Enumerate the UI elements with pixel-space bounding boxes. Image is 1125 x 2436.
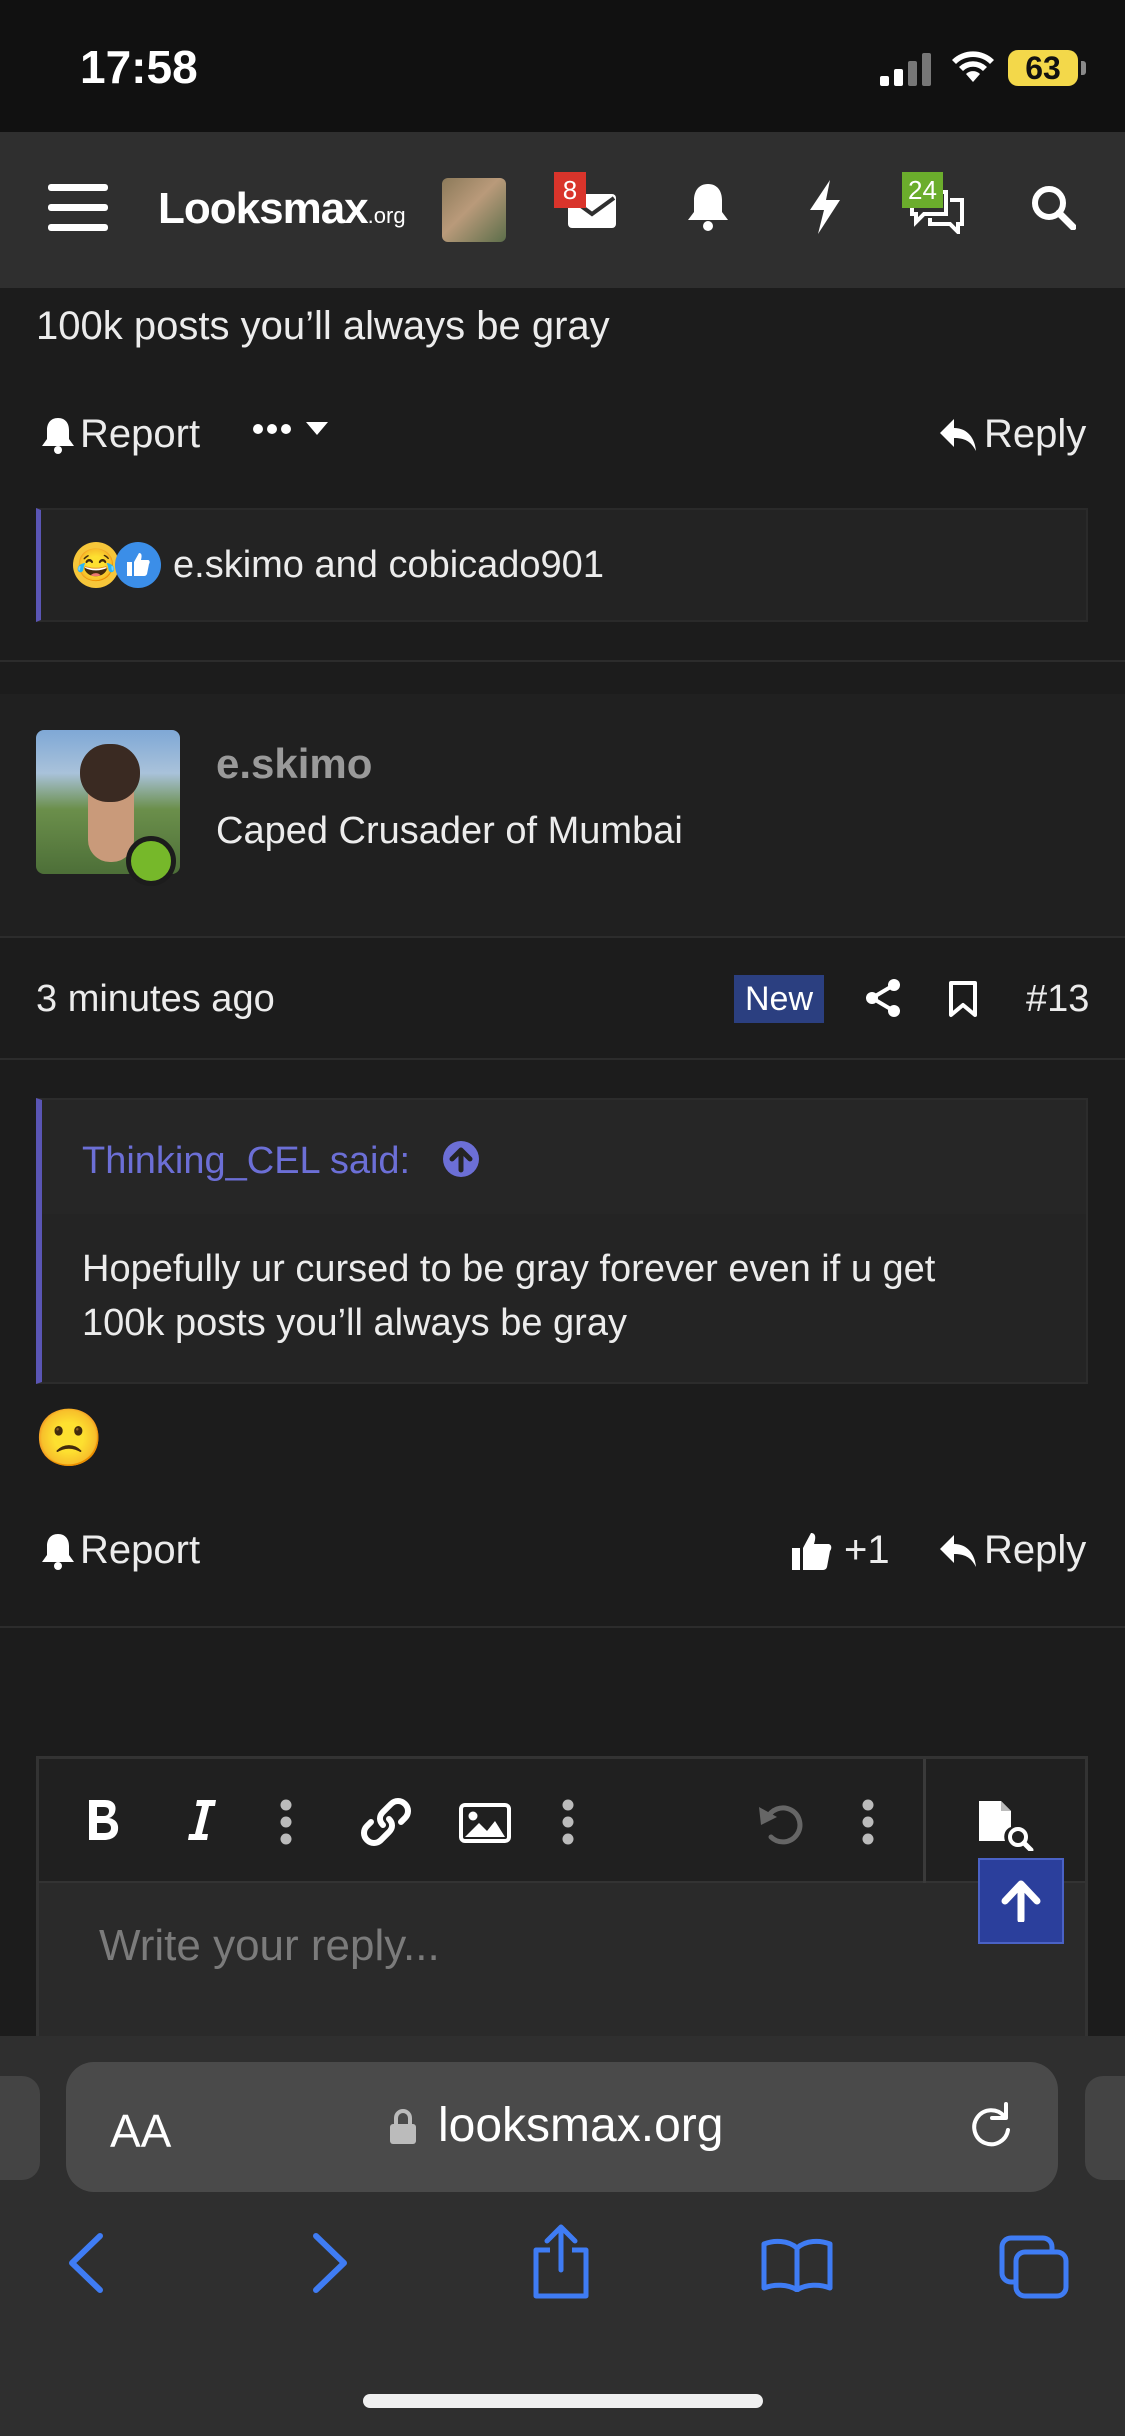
user-avatar[interactable] [442,178,506,242]
report-label: Report [80,1528,201,1572]
whats-new-bolt-icon[interactable] [808,180,842,234]
more-options-menu[interactable] [252,422,328,436]
link-icon[interactable] [361,1797,411,1847]
post-number-link[interactable]: #13 [1026,978,1089,1021]
post-reply-button[interactable]: Reply [938,1528,1086,1573]
previous-post-text: 100k posts you’ll always be gray [36,304,610,348]
post-body-emoji: 🙁 [34,1406,104,1469]
report-link[interactable]: Report [40,412,200,457]
quote-line-1: Hopefully ur cursed to be gray forever e… [82,1248,936,1290]
reader-options-button[interactable]: AA [110,2104,171,2158]
search-icon[interactable] [1030,184,1076,230]
poster-username[interactable]: e.skimo [216,740,372,788]
reply-arrow-icon [940,1534,976,1567]
new-post-badge: New [734,975,824,1023]
arrow-up-icon [1001,1880,1041,1922]
next-tab-peek[interactable] [1085,2076,1125,2180]
reply-label: Reply [984,1528,1087,1572]
more-text-options-icon[interactable] [279,1799,293,1845]
reload-icon[interactable] [966,2100,1016,2154]
online-status-indicator [126,836,176,886]
inbox-badge: 8 [554,172,586,208]
site-navbar: Looksmax.org 8 24 [0,132,1125,288]
tabs-overview-icon[interactable] [998,2234,1070,2300]
logo-tld: .org [367,203,406,228]
notifications-bell-icon[interactable] [686,182,730,232]
like-count: +1 [844,1528,890,1572]
share-icon[interactable] [864,978,902,1018]
forward-chevron-icon[interactable] [310,2232,350,2294]
status-time: 17:58 [80,41,198,93]
quote-author[interactable]: Thinking_CEL said: [82,1140,410,1183]
bold-icon[interactable] [85,1797,121,1843]
post-footer-divider [0,1626,1125,1628]
post-report-link[interactable]: Report [40,1528,200,1573]
bell-icon [42,1533,74,1570]
cellular-signal-icon [880,53,931,86]
reply-arrow-icon [940,418,976,451]
like-reaction-icon [115,542,161,588]
quote-line-2: 100k posts you’ll always be gray [82,1302,627,1344]
toolbar-separator [923,1759,926,1883]
image-icon[interactable] [459,1803,511,1843]
post-meta-divider [0,1058,1125,1060]
whats-new-badge: 24 [902,172,943,208]
bookmarks-book-icon[interactable] [760,2238,834,2292]
reply-input[interactable]: Write your reply... [99,1921,440,1971]
bell-icon [42,417,74,454]
hamburger-menu-icon[interactable] [48,182,108,234]
more-insert-options-icon[interactable] [561,1799,575,1845]
more-editor-options-icon[interactable] [861,1799,875,1845]
logo-text: Looksmax [158,184,369,233]
status-bar: 17:58 63 [0,0,1125,132]
address-bar[interactable]: AA looksmax.org [66,2062,1058,2192]
editor-toolbar [39,1759,1085,1883]
lock-icon [390,2109,416,2144]
battery-indicator: 63 [1008,50,1086,86]
like-button[interactable]: +1 [790,1528,890,1573]
caret-down-icon [306,422,328,435]
reactions-users: e.skimo and cobicado901 [173,544,604,586]
thumbs-up-icon [792,1532,832,1570]
wifi-icon [952,51,994,82]
post-divider [0,660,1125,662]
back-chevron-icon[interactable] [66,2232,106,2294]
reactions-bar[interactable]: 😂 e.skimo and cobicado901 [36,508,1088,622]
scroll-to-top-button[interactable] [978,1858,1064,1944]
share-sheet-icon[interactable] [530,2224,592,2300]
bookmark-icon[interactable] [948,980,978,1018]
report-label: Report [80,412,201,456]
preview-document-icon[interactable] [975,1799,1035,1851]
url-text[interactable]: looksmax.org [438,2098,723,2153]
reply-editor: Write your reply... [36,1756,1088,2056]
undo-icon[interactable] [757,1799,807,1847]
italic-icon[interactable] [187,1797,217,1843]
reply-label: Reply [984,412,1087,456]
more-dots-icon [253,424,291,434]
poster-user-title: Caped Crusader of Mumbai [216,810,683,852]
browser-toolbar: AA looksmax.org [0,2036,1125,2436]
reply-button[interactable]: Reply [938,412,1086,457]
site-logo[interactable]: Looksmax.org [158,184,406,234]
post-header-divider [0,936,1125,938]
previous-tab-peek[interactable] [0,2076,40,2180]
quote-header[interactable]: Thinking_CEL said: [42,1100,1086,1214]
quote-block: Thinking_CEL said: Hopefully ur cursed t… [36,1098,1088,1384]
post-timestamp[interactable]: 3 minutes ago [36,978,275,1021]
laugh-reaction-icon: 😂 [73,542,119,588]
home-indicator [363,2394,763,2408]
go-to-quote-arrow-icon[interactable] [442,1140,480,1178]
